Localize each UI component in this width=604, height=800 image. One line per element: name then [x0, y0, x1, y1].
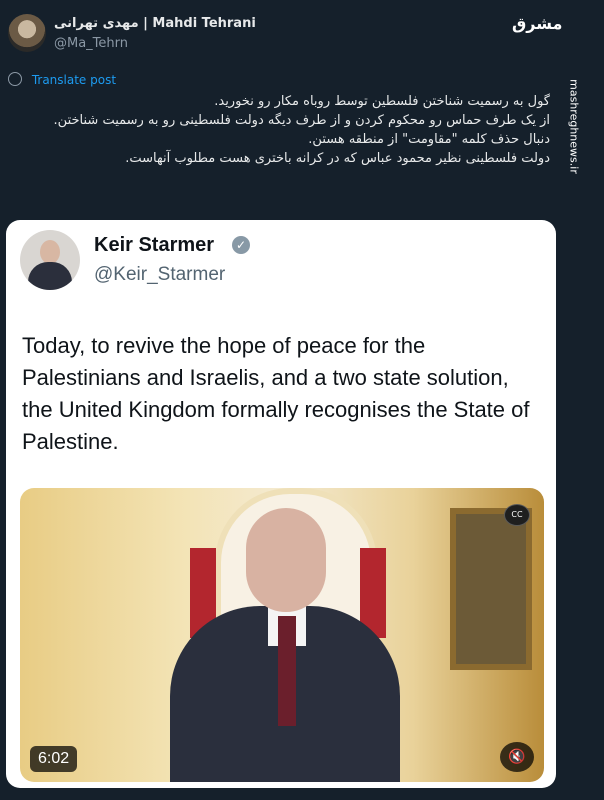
translate-post-link[interactable]: Translate post	[8, 72, 116, 87]
tweet-text-line: از یک طرف حماس رو محکوم کردن و از طرف دی…	[53, 113, 550, 128]
author-name[interactable]: مهدی تهرانی | Mahdi Tehrani	[54, 16, 256, 31]
tweet-text-line: گول به رسمیت شناختن فلسطین توسط روباه مک…	[214, 94, 550, 109]
quoted-tweet-text: Today, to revive the hope of peace for t…	[22, 333, 530, 454]
speaker-muted-icon[interactable]: 🔇	[500, 742, 534, 772]
author-avatar[interactable]	[8, 14, 46, 52]
closed-captions-button[interactable]: CC	[504, 504, 530, 526]
tweet-text: گول به رسمیت شناختن فلسطین توسط روباه مک…	[20, 92, 550, 168]
tweet-text-line: دنبال حذف کلمه "مقاومت" از منطقه هستن.	[308, 132, 550, 147]
tweet-header: مهدی تهرانی | Mahdi Tehrani @Ma_Tehrn	[8, 12, 528, 56]
author-handle[interactable]: @Ma_Tehrn	[54, 36, 128, 51]
quoted-author-handle[interactable]: @Keir_Starmer	[94, 264, 225, 286]
tweet-text-line: دولت فلسطینی نظیر محمود عباس که در کرانه…	[125, 151, 550, 166]
video-player[interactable]: CC 6:02 🔇	[20, 488, 544, 782]
speaker-head	[246, 508, 326, 612]
avatar-suit	[28, 262, 72, 290]
translate-icon	[8, 72, 22, 86]
video-duration-badge: 6:02	[30, 746, 78, 772]
avatar-head	[40, 240, 60, 264]
background-painting	[450, 508, 532, 670]
quoted-tweet-card[interactable]: Keir Starmer ✓ @Keir_Starmer Today, to r…	[6, 220, 556, 788]
quoted-author-name[interactable]: Keir Starmer	[94, 234, 214, 257]
brand-side-text: mashreghnews.ir	[567, 79, 581, 174]
quoted-author-avatar[interactable]	[20, 230, 80, 290]
verified-badge-icon: ✓	[232, 236, 250, 254]
brand-logo: مشرق	[512, 14, 563, 33]
speaker-tie	[278, 616, 296, 726]
translate-label: Translate post	[31, 73, 117, 87]
